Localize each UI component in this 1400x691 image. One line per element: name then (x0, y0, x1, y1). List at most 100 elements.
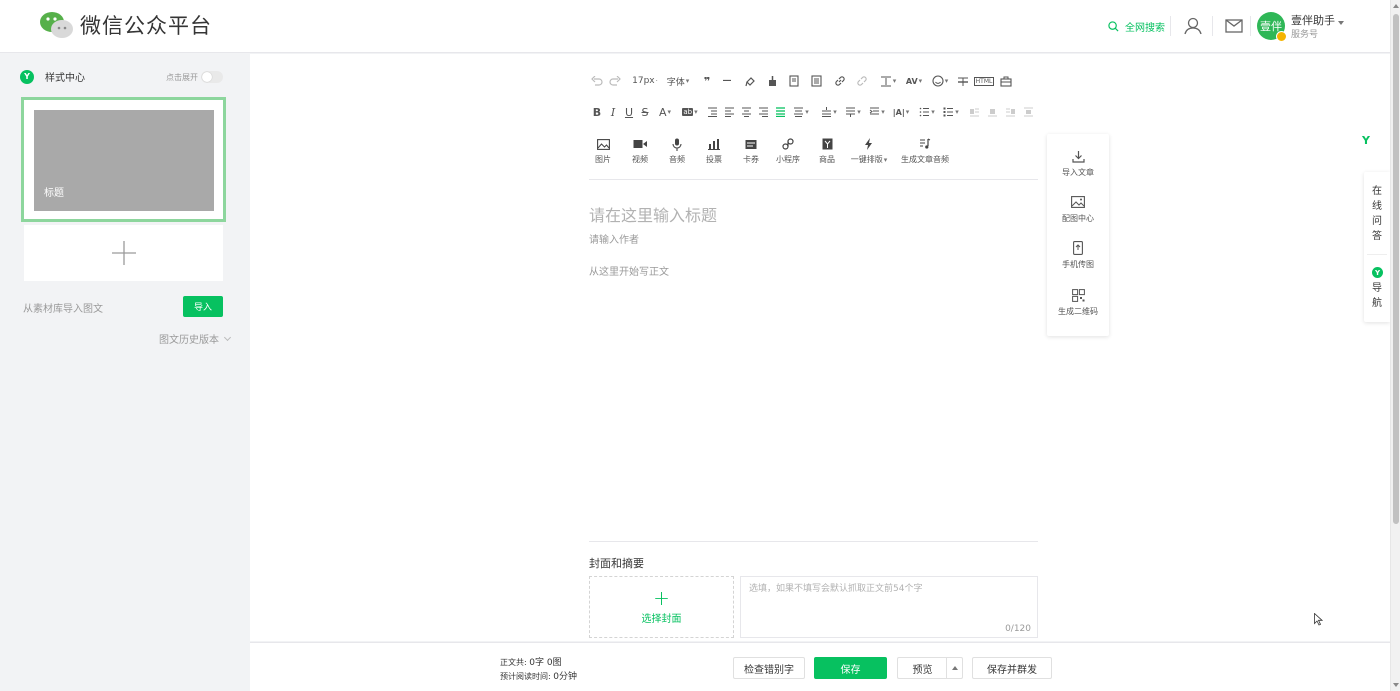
online-qa-button[interactable]: 在线问答 (1364, 184, 1390, 244)
toolbar-row-1: 17px · 字体 ▾ ❞ — ▾ AV ▾ ▾ HTML (589, 73, 1017, 89)
insert-mini-program-button[interactable]: 小程序 (772, 137, 804, 165)
underline-icon[interactable]: U (621, 104, 637, 120)
insert-coupon-button[interactable]: 卡券 (737, 137, 765, 165)
undo-icon[interactable] (589, 73, 605, 89)
preview-options-button[interactable] (946, 657, 963, 679)
import-article-button[interactable]: 导入文章 (1047, 148, 1109, 178)
page-scrollbar[interactable] (1390, 0, 1400, 691)
redo-icon[interactable] (605, 73, 625, 89)
yiban-float-icon[interactable]: Y (1362, 134, 1370, 147)
align-center-icon[interactable] (738, 104, 755, 120)
spell-check-button[interactable]: 检查错别字 (733, 657, 805, 679)
style-center[interactable]: Y 样式中心 (20, 69, 85, 84)
insert-product-button[interactable]: 商品 (813, 137, 841, 165)
global-search[interactable]: 全网搜索 (1108, 19, 1165, 34)
lightning-icon (864, 137, 874, 151)
background-color-icon[interactable]: ab ▾ (677, 104, 703, 120)
avatar[interactable]: 壹伴 (1257, 12, 1287, 42)
insert-audio-button[interactable]: 音频 (663, 137, 691, 165)
line-indent-icon[interactable]: ▾ (865, 104, 889, 120)
global-search-label: 全网搜索 (1125, 23, 1165, 34)
strikethrough-block-icon[interactable] (953, 73, 973, 89)
spacing-after-icon[interactable]: ▾ (841, 104, 865, 120)
import-from-library-label: 从素材库导入图文 (23, 304, 103, 315)
scroll-up-icon[interactable] (1393, 4, 1399, 8)
indent-icon[interactable] (703, 104, 721, 120)
generate-qr-button[interactable]: 生成二维码 (1047, 287, 1109, 317)
align-left-icon[interactable] (721, 104, 738, 120)
add-article-button[interactable] (24, 225, 223, 281)
image-center-button[interactable]: 配图中心 (1047, 194, 1109, 224)
messages-button[interactable] (1221, 13, 1247, 39)
align-right-icon[interactable] (755, 104, 772, 120)
audio-icon (672, 137, 682, 151)
unordered-list-icon[interactable]: ▾ (939, 104, 963, 120)
insert-poll-button[interactable]: 投票 (700, 137, 728, 165)
chevron-down-icon[interactable] (1338, 21, 1344, 25)
preview-button[interactable]: 预览 (897, 657, 947, 679)
toggle-switch[interactable] (201, 71, 223, 83)
navigation-label: 导航 (1372, 283, 1382, 309)
tool-label: 导入文章 (1062, 168, 1094, 177)
font-color-icon[interactable]: A ▾ (653, 104, 677, 120)
wechat-logo[interactable]: 微信公众平台 (38, 10, 212, 40)
author-input[interactable]: 请输入作者 (589, 231, 639, 246)
clear-format-icon[interactable] (761, 73, 783, 89)
spacing-before-icon[interactable]: ▾ (817, 104, 841, 120)
unlink-icon[interactable] (851, 73, 873, 89)
side-float-panel: 在线问答 Y 导航 (1364, 172, 1390, 322)
title-input[interactable]: 请在这里输入标题 (589, 202, 717, 226)
horizontal-rule-icon[interactable]: — (717, 73, 737, 89)
save-button[interactable]: 保存 (814, 657, 887, 679)
insert-video-button[interactable]: 视频 (626, 137, 654, 165)
chevron-down-icon: ▾ (931, 108, 935, 116)
format-painter-icon[interactable] (739, 73, 761, 89)
summary-field[interactable]: 0/120 (740, 576, 1038, 638)
navigation-button[interactable]: 导航 (1364, 281, 1390, 311)
one-click-layout-button[interactable]: 一键排版▾ (847, 137, 891, 165)
media-label: 小程序 (776, 155, 800, 164)
phone-upload-button[interactable]: 手机传图 (1047, 240, 1109, 270)
chevron-down-icon: ▾ (833, 108, 837, 116)
online-qa-label: 在线问答 (1372, 186, 1382, 242)
bold-icon[interactable]: B (589, 104, 605, 120)
import-button[interactable]: 导入 (183, 296, 223, 317)
body-editor[interactable]: 从这里开始写正文 (589, 263, 669, 278)
text-total-label: 正文共: (500, 658, 527, 667)
line-height-icon[interactable]: ▾ (875, 73, 901, 89)
toolbox-icon[interactable] (995, 73, 1017, 89)
float-center-icon[interactable] (1019, 104, 1037, 120)
save-and-send-button[interactable]: 保存并群发 (972, 657, 1052, 679)
summary-input[interactable] (741, 577, 1037, 637)
italic-icon[interactable]: I (605, 104, 621, 120)
strikethrough-icon[interactable]: S (637, 104, 653, 120)
account-name[interactable]: 壹伴助手 (1291, 12, 1335, 28)
document-icon[interactable] (805, 73, 827, 89)
html-icon[interactable]: HTML (973, 73, 995, 89)
article-card-selected[interactable]: 标题 (21, 97, 226, 222)
link-icon[interactable] (829, 73, 851, 89)
float-left-icon[interactable] (965, 104, 983, 120)
article-history-link[interactable]: 图文历史版本 (159, 331, 232, 346)
toolbar-divider (589, 179, 1038, 180)
distributed-align-icon[interactable]: ▾ (789, 104, 813, 120)
emoji-icon[interactable]: ▾ (927, 73, 953, 89)
font-size-select[interactable]: 17px · (629, 73, 661, 89)
expand-toggle[interactable]: 点击展开 (166, 71, 223, 83)
insert-image-button[interactable]: 图片 (589, 137, 617, 165)
justify-icon[interactable] (772, 104, 789, 120)
float-right-icon[interactable] (1001, 104, 1019, 120)
user-management-button[interactable] (1180, 13, 1206, 39)
quote-icon[interactable]: ❞ (697, 73, 717, 89)
float-none-icon[interactable] (983, 104, 1001, 120)
scroll-down-icon[interactable] (1393, 683, 1399, 687)
account-type: 服务号 (1291, 30, 1319, 40)
font-family-select[interactable]: 字体 ▾ (663, 73, 693, 89)
generate-audio-button[interactable]: 生成文章音频 (897, 137, 953, 165)
letter-spacing-icon[interactable]: AV ▾ (901, 73, 927, 89)
ordered-list-icon[interactable]: ▾ (915, 104, 939, 120)
text-direction-icon[interactable]: |A| ▾ (889, 104, 913, 120)
insert-template-icon[interactable] (783, 73, 805, 89)
scroll-thumb[interactable] (1393, 14, 1399, 524)
select-cover-button[interactable]: + 选择封面 (589, 576, 734, 638)
